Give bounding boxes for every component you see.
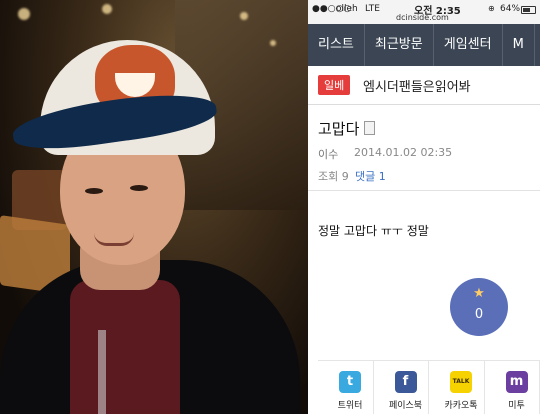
nav-tab-list[interactable]: 리스트: [308, 24, 365, 66]
board-name[interactable]: 엠시더팬들은읽어봐: [363, 76, 471, 95]
recommend-star-icon: ★: [473, 286, 485, 301]
share-facebook-button[interactable]: f 페이스북: [373, 361, 429, 414]
nav-tab-more[interactable]: M: [503, 24, 535, 66]
ceiling-light: [240, 12, 248, 20]
top-nav: 리스트 최근방문 게임센터 M: [308, 24, 540, 66]
post-title: 고맙다: [318, 120, 360, 138]
network-label: LTE: [365, 4, 380, 14]
battery-icon: [521, 6, 536, 14]
post-author[interactable]: 이수: [318, 146, 338, 162]
url-label[interactable]: dcinside.com: [396, 13, 449, 22]
battery-percent: 64%: [500, 4, 521, 14]
phone-screen: ●●○○○ olleh LTE 오전 2:35 dcinside.com ⊕ 6…: [308, 0, 540, 414]
comment-count-link[interactable]: 댓글 1: [355, 168, 386, 184]
recommend-count: 0: [474, 307, 484, 322]
board-badge[interactable]: 일베: [318, 75, 351, 95]
share-kakaotalk-button[interactable]: TALK 카카오톡: [429, 361, 485, 414]
share-label: 트위터: [337, 401, 363, 411]
ceiling-light: [18, 8, 30, 20]
status-bar: ●●○○○ olleh LTE 오전 2:35 dcinside.com ⊕ 6…: [308, 0, 540, 24]
board-header: 일베 엠시더팬들은읽어봐: [308, 66, 540, 105]
zipper: [98, 330, 106, 414]
me2day-icon: m: [505, 371, 528, 393]
share-twitter-button[interactable]: t 트위터: [318, 361, 374, 414]
left-eye: [85, 188, 103, 194]
red-shirt: [70, 280, 180, 414]
ceiling-light: [270, 40, 276, 46]
alarm-icon: ⊕: [488, 4, 495, 13]
share-bar: t 트위터 f 페이스북 TALK 카카오톡 m 미투: [318, 360, 540, 414]
share-label: 카카오톡: [444, 401, 478, 411]
twitter-icon: t: [339, 371, 361, 393]
ceiling-light: [102, 4, 112, 14]
nav-tab-game-center[interactable]: 게임센터: [434, 24, 503, 66]
share-label: 미투: [508, 401, 525, 411]
recommend-button[interactable]: ★ 0: [450, 278, 508, 336]
nav-tab-recent[interactable]: 최근방문: [365, 24, 434, 66]
share-label: 페이스북: [388, 401, 423, 411]
post-header: 고맙다 이수 2014.01.02 02:35 조회 9 댓글 1: [308, 104, 540, 191]
view-count: 조회 9: [318, 170, 349, 183]
facebook-icon: f: [394, 371, 417, 393]
kakaotalk-icon: TALK: [450, 371, 472, 393]
right-eye: [130, 185, 148, 191]
carrier-label: olleh: [336, 4, 358, 14]
share-me2day-button[interactable]: m 미투: [484, 361, 540, 414]
image-attachment-icon: [364, 121, 375, 135]
post-content: 정말 고맙다 ㅠㅜ 정말: [318, 224, 429, 238]
selfie-photo: [0, 0, 308, 414]
post-date: 2014.01.02 02:35: [354, 146, 453, 159]
